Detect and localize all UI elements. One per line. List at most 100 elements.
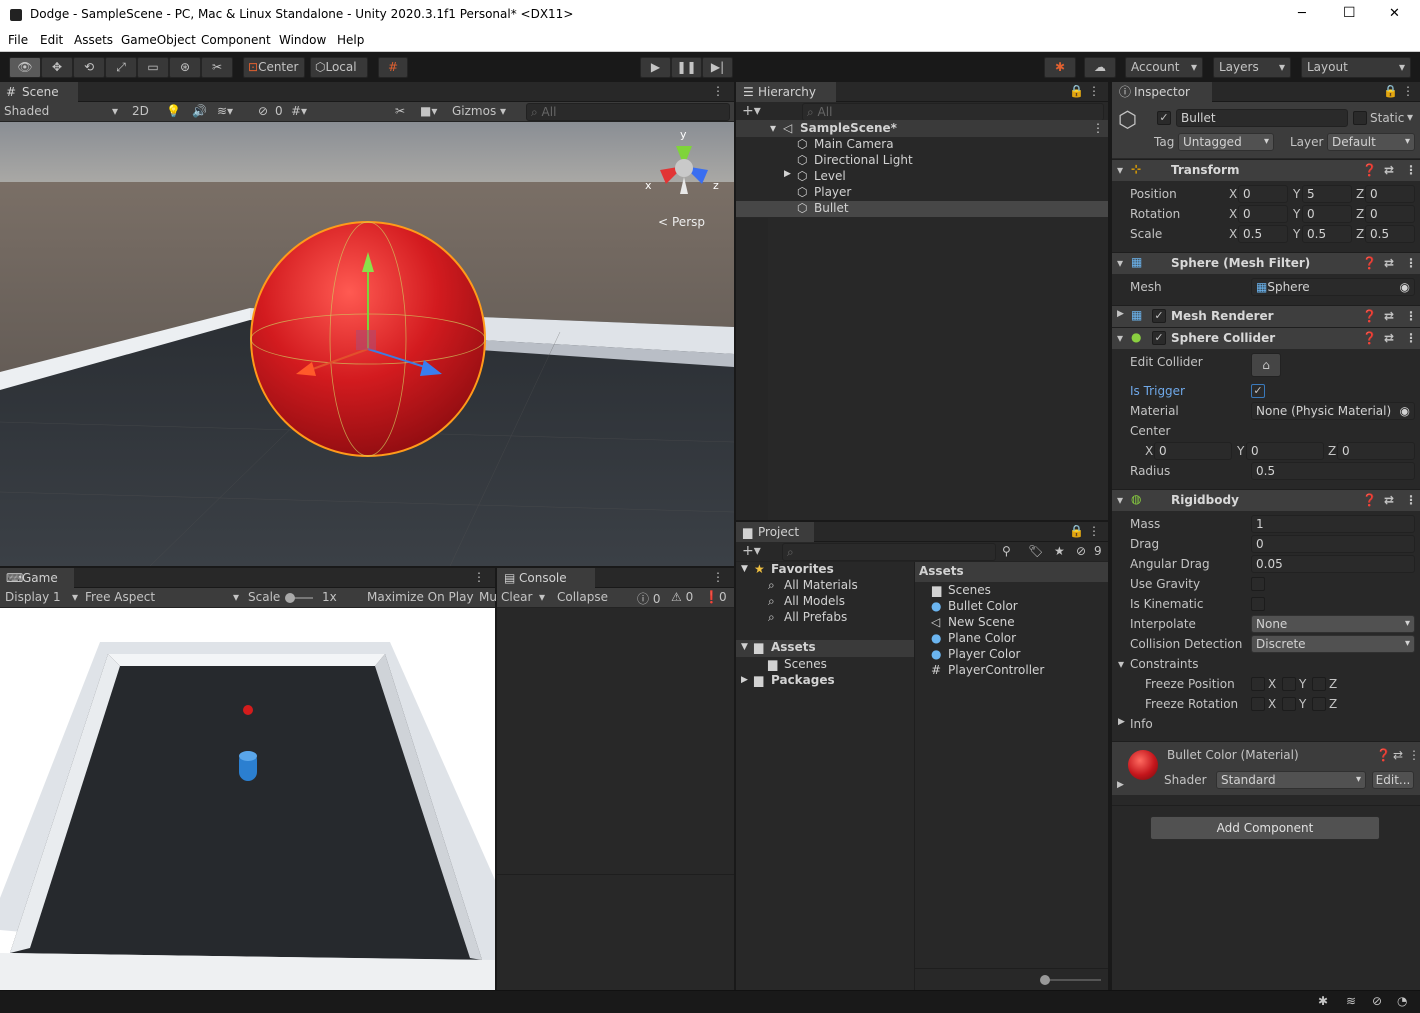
panel-menu-icon[interactable]: ⋮	[712, 570, 724, 584]
mass-field[interactable]: 1	[1251, 515, 1415, 533]
edit-collider-button[interactable]: ⌂	[1251, 353, 1281, 377]
list-item[interactable]: ▶ ⬡ Level	[736, 169, 1108, 185]
grid-icon[interactable]: #▾	[291, 104, 307, 118]
component-menu-icon[interactable]: ⋮	[1405, 493, 1417, 507]
hidden-objects-icon[interactable]: ⊘	[258, 104, 268, 118]
step-button[interactable]: ▶|	[702, 57, 733, 78]
scene-viewport[interactable]: y x z Persp <	[0, 122, 734, 566]
auto-generate-lighting-icon[interactable]: ⊘	[1372, 994, 1382, 1008]
packages-label[interactable]: Packages	[771, 673, 835, 687]
scale-x-field[interactable]: 0.5	[1238, 225, 1288, 243]
mesh-object-field[interactable]: ▦Sphere ◉	[1251, 278, 1415, 296]
rotate-tool-icon[interactable]: ⟲	[73, 57, 105, 78]
component-menu-icon[interactable]: ⋮	[1405, 331, 1417, 345]
scene-search-input[interactable]: ⌕ All	[526, 103, 730, 121]
component-menu-icon[interactable]: ⋮	[1405, 309, 1417, 323]
is-trigger-checkbox[interactable]: ✓	[1251, 384, 1265, 398]
hierarchy-scene-row[interactable]: ▾ ◁ SampleScene* ⋮	[736, 120, 1108, 137]
freeze-rotation-y-checkbox[interactable]	[1282, 697, 1296, 711]
mesh-filter-header[interactable]: ▾ ▦ Sphere (Mesh Filter) ❓ ⇄ ⋮	[1112, 252, 1420, 274]
lighting-icon[interactable]: 💡	[166, 104, 181, 118]
rotation-x-field[interactable]: 0	[1238, 205, 1288, 223]
snap-grid-icon[interactable]: #	[378, 57, 408, 78]
expand-arrow-icon[interactable]: ▾	[770, 121, 776, 135]
rotation-z-field[interactable]: 0	[1365, 205, 1415, 223]
lock-icon[interactable]: 🔒	[1069, 524, 1084, 538]
menu-help[interactable]: Help	[337, 33, 364, 47]
help-icon[interactable]: ❓	[1376, 748, 1391, 762]
view-tool-icon[interactable]: 👁	[9, 57, 41, 78]
menu-window[interactable]: Window	[279, 33, 326, 47]
warning-filter-toggle[interactable]: ⚠ 0	[671, 590, 693, 604]
object-picker-icon[interactable]: ◉	[1399, 403, 1410, 419]
minimize-button[interactable]: ─	[1298, 6, 1306, 21]
hierarchy-search-input[interactable]: ⌕ All	[802, 103, 1104, 121]
bug-icon[interactable]: ✱	[1318, 994, 1328, 1008]
layers-dropdown[interactable]: Layers ▾	[1213, 57, 1291, 78]
menu-edit[interactable]: Edit	[40, 33, 63, 47]
menu-assets[interactable]: Assets	[74, 33, 113, 47]
foldout-arrow-icon[interactable]: ▶	[1117, 780, 1124, 790]
game-viewport[interactable]	[0, 608, 495, 990]
foldout-arrow-icon[interactable]: ▶	[1117, 309, 1124, 319]
folder-item[interactable]: Scenes	[784, 657, 827, 671]
account-dropdown[interactable]: Account ▾	[1125, 57, 1203, 78]
persp-label[interactable]: Persp	[672, 215, 705, 229]
audio-icon[interactable]: 🔊	[192, 104, 207, 118]
freeze-position-y-checkbox[interactable]	[1282, 677, 1296, 691]
constraints-label[interactable]: Constraints	[1130, 657, 1198, 671]
enabled-checkbox[interactable]: ✓	[1152, 331, 1166, 345]
favorites-star-icon[interactable]: ★	[1054, 544, 1065, 558]
aspect-dropdown[interactable]: Free Aspect ▾	[85, 590, 239, 604]
search-by-type-icon[interactable]: ⚲	[1002, 544, 1011, 558]
position-x-field[interactable]: 0	[1238, 185, 1288, 203]
pivot-toggle[interactable]: ⊡Center	[243, 57, 305, 78]
pause-button[interactable]: ❚❚	[671, 57, 702, 78]
foldout-arrow-icon[interactable]: ▶	[1118, 717, 1125, 727]
panel-menu-icon[interactable]: ⋮	[1088, 524, 1100, 538]
favorite-item[interactable]: All Prefabs	[784, 610, 847, 624]
collision-detection-dropdown[interactable]: Discrete	[1251, 635, 1415, 653]
move-tool-icon[interactable]: ✥	[41, 57, 73, 78]
object-picker-icon[interactable]: ◉	[1400, 279, 1410, 295]
breadcrumb-assets[interactable]: Assets	[919, 564, 964, 578]
freeze-rotation-x-checkbox[interactable]	[1251, 697, 1265, 711]
custom-tool-icon[interactable]: ✂	[201, 57, 233, 78]
list-item[interactable]: ⬡ Player	[736, 185, 1108, 201]
tab-scene[interactable]: # Scene	[0, 82, 78, 102]
play-button[interactable]: ▶	[640, 57, 671, 78]
icon-size-slider[interactable]	[1040, 975, 1101, 985]
favorites-label[interactable]: Favorites	[771, 562, 834, 576]
list-item[interactable]: ● Player Color	[915, 647, 1108, 663]
hidden-packages-icon[interactable]: ⊘	[1076, 544, 1086, 558]
foldout-arrow-icon[interactable]: ▾	[1117, 163, 1123, 177]
angular-drag-field[interactable]: 0.05	[1251, 555, 1415, 573]
panel-menu-icon[interactable]: ⋮	[1088, 84, 1100, 98]
expand-arrow-icon[interactable]: ▶	[784, 169, 791, 179]
preset-icon[interactable]: ⇄	[1384, 163, 1394, 177]
object-name-field[interactable]: Bullet	[1176, 109, 1348, 127]
display-dropdown[interactable]: Display 1 ▾	[5, 590, 78, 604]
is-kinematic-checkbox[interactable]	[1251, 597, 1265, 611]
scene-menu-icon[interactable]: ⋮	[1092, 121, 1104, 135]
favorite-item[interactable]: All Materials	[784, 578, 858, 592]
clear-options-icon[interactable]: ▾	[539, 590, 545, 604]
static-dropdown-icon[interactable]: ▾	[1407, 110, 1413, 124]
panel-menu-icon[interactable]: ⋮	[1402, 84, 1414, 98]
tag-dropdown[interactable]: Untagged	[1178, 133, 1274, 151]
shading-dropdown[interactable]: Shaded ▾	[4, 104, 122, 118]
assets-root-row[interactable]: ▼ ▆ Assets	[736, 640, 914, 657]
camera-icon[interactable]: ■▾	[420, 104, 437, 118]
error-filter-toggle[interactable]: ❗0	[704, 590, 727, 604]
search-by-label-icon[interactable]: 🏷	[1028, 544, 1043, 558]
foldout-arrow-icon[interactable]: ▾	[1117, 493, 1123, 507]
scale-z-field[interactable]: 0.5	[1365, 225, 1415, 243]
active-checkbox[interactable]: ✓	[1157, 111, 1171, 125]
project-search-input[interactable]: ⌕	[782, 543, 996, 561]
position-y-field[interactable]: 5	[1302, 185, 1352, 203]
rotation-y-field[interactable]: 0	[1302, 205, 1352, 223]
foldout-arrow-icon[interactable]: ▾	[1118, 657, 1124, 671]
help-icon[interactable]: ❓	[1362, 493, 1377, 507]
list-item[interactable]: ⬡ Directional Light	[736, 153, 1108, 169]
tab-project[interactable]: ▆ Project	[736, 522, 814, 542]
